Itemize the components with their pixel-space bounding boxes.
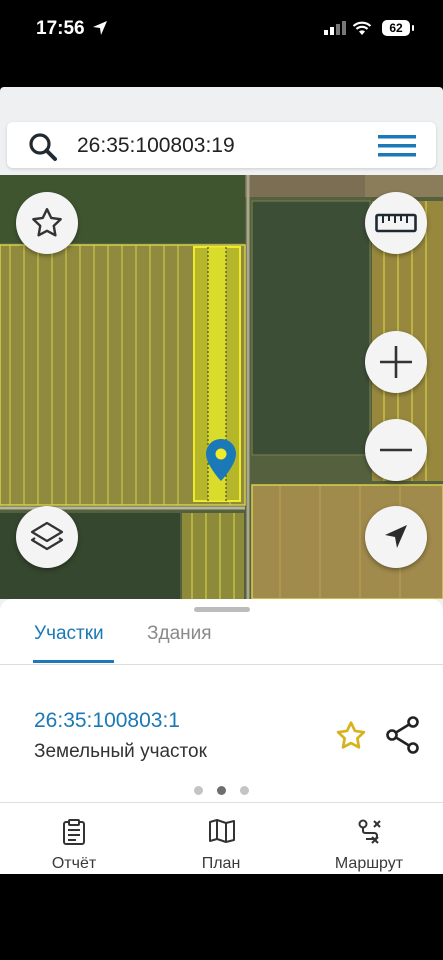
parcel-type-label: Земельный участок <box>34 741 207 762</box>
share-icon[interactable] <box>385 716 421 754</box>
nav-plan-label: План <box>201 855 241 872</box>
status-time: 17:56 <box>36 18 85 39</box>
status-bar: 17:56 62 <box>0 0 443 60</box>
pager-dot[interactable] <box>194 786 203 795</box>
route-icon <box>358 819 381 844</box>
nav-report[interactable]: Отчёт <box>14 803 134 874</box>
map-plan-icon <box>209 819 235 843</box>
tabs-divider <box>0 664 443 665</box>
minus-icon <box>380 448 412 452</box>
app-window: 26:35:100803:19 Участки Здания 26:35:100… <box>0 87 443 873</box>
nav-route[interactable]: Маршрут <box>309 803 429 874</box>
sheet-drag-handle[interactable] <box>194 607 250 612</box>
hamburger-menu-icon[interactable] <box>378 135 416 157</box>
favorite-toggle-button[interactable] <box>16 192 78 254</box>
search-bar[interactable]: 26:35:100803:19 <box>7 122 436 168</box>
my-location-button[interactable] <box>365 506 427 568</box>
active-tab-indicator <box>33 660 114 663</box>
pager-dot[interactable] <box>240 786 249 795</box>
cell-signal-icon <box>324 21 346 35</box>
search-icon[interactable] <box>27 131 59 163</box>
location-pin-icon[interactable] <box>205 438 237 482</box>
nav-report-label: Отчёт <box>51 855 97 872</box>
layers-icon <box>30 521 64 551</box>
bottom-navigation: Отчёт План Маршрут <box>0 802 443 874</box>
zoom-in-button[interactable] <box>365 331 427 393</box>
map-view[interactable] <box>0 175 443 599</box>
nav-route-label: Маршрут <box>334 855 404 872</box>
tab-parcels[interactable]: Участки <box>34 623 104 645</box>
ruler-button[interactable] <box>365 192 427 254</box>
navigation-arrow-icon <box>385 525 407 548</box>
result-pager <box>0 786 443 795</box>
ruler-icon <box>375 213 417 233</box>
favorite-star-icon[interactable] <box>333 719 369 753</box>
tab-buildings[interactable]: Здания <box>147 623 212 645</box>
nav-plan[interactable]: План <box>161 803 281 874</box>
parcel-cadastral-link[interactable]: 26:35:100803:1 <box>34 709 180 733</box>
pager-dot-active[interactable] <box>217 786 226 795</box>
report-icon <box>63 819 85 845</box>
battery-indicator: 62 <box>382 20 414 36</box>
star-outline-icon <box>32 208 62 237</box>
plus-icon <box>380 346 412 378</box>
zoom-out-button[interactable] <box>365 419 427 481</box>
location-arrow-icon <box>93 21 107 35</box>
wifi-icon <box>352 21 372 35</box>
layers-button[interactable] <box>16 506 78 568</box>
search-input[interactable]: 26:35:100803:19 <box>77 134 235 158</box>
